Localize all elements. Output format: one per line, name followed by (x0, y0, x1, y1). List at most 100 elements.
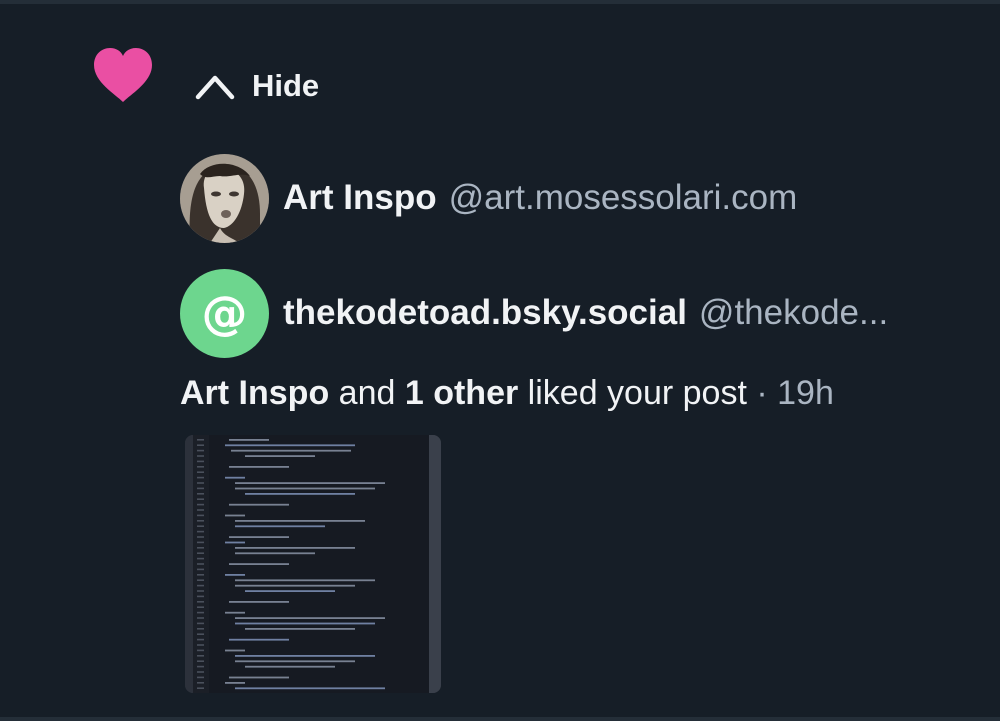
code-line-number (197, 487, 204, 490)
code-line-number (197, 525, 204, 527)
summary-time: 19h (777, 374, 834, 412)
code-line-number (197, 595, 204, 598)
portrait-photo-icon (180, 153, 269, 243)
code-line (229, 466, 289, 468)
avatar[interactable] (180, 153, 269, 243)
code-line-number (197, 649, 204, 652)
code-line (245, 628, 355, 630)
code-line (225, 514, 245, 517)
code-line (231, 449, 351, 452)
code-line-number (197, 655, 204, 657)
code-line-number (197, 568, 204, 571)
code-line-number (197, 503, 204, 506)
at-sign-icon: @ (201, 286, 248, 340)
summary-actor[interactable]: Art Inspo (180, 374, 329, 412)
code-line-number (197, 509, 204, 511)
code-line (235, 525, 325, 528)
code-line (229, 601, 289, 603)
summary-connector: and (338, 374, 396, 412)
code-line (235, 547, 355, 549)
code-line (225, 444, 355, 447)
code-line-number (197, 665, 204, 668)
code-line (235, 660, 355, 663)
code-line (245, 590, 335, 592)
code-line-number (197, 590, 204, 592)
code-line-number (197, 660, 204, 662)
code-line (235, 584, 355, 587)
code-line-number (197, 460, 204, 463)
code-line-number (197, 557, 204, 560)
code-line-number (197, 671, 204, 673)
code-line (235, 579, 375, 582)
code-line (245, 455, 315, 457)
code-line (235, 487, 375, 490)
summary-separator: · (756, 374, 768, 412)
user-name[interactable]: thekodetoad.bsky.social (283, 293, 687, 333)
liker-row-art-inspo[interactable]: Art Inspo @art.mosessolari.com (180, 153, 980, 243)
code-line (235, 482, 385, 484)
code-line (235, 687, 385, 690)
hide-toggle-button[interactable]: Hide (194, 64, 319, 108)
code-line-number (197, 493, 204, 495)
avatar[interactable]: @ (180, 268, 269, 358)
post-preview-thumbnail[interactable] (185, 435, 441, 693)
code-line (225, 476, 245, 479)
code-line-number (197, 687, 204, 689)
notification-page: Hide Art Inspo @art.mosessolari.com @ th… (0, 0, 1000, 721)
code-line-number (197, 498, 204, 500)
code-line-number (197, 584, 204, 587)
code-line (245, 665, 335, 668)
code-line-number (197, 471, 204, 473)
code-line-number (197, 574, 204, 576)
divider (0, 717, 1000, 721)
code-line (235, 520, 365, 522)
code-line-number (197, 482, 204, 484)
code-line (235, 655, 375, 657)
code-line-number (197, 676, 204, 679)
user-handle[interactable]: @art.mosessolari.com (449, 178, 798, 218)
code-line-number (197, 455, 204, 457)
code-line (229, 503, 289, 506)
code-line-number (197, 563, 204, 565)
code-line (235, 617, 385, 619)
code-screenshot-image (185, 435, 441, 693)
code-line-number (197, 611, 204, 614)
code-line-number (197, 541, 204, 544)
code-line-number (197, 514, 204, 517)
code-line (225, 682, 245, 684)
user-name[interactable]: Art Inspo (283, 178, 437, 218)
code-line (229, 439, 269, 441)
code-line-number (197, 476, 204, 479)
hide-label: Hide (252, 68, 320, 103)
code-line-number (197, 617, 204, 619)
code-line-number (197, 439, 204, 441)
code-line-number (197, 601, 204, 603)
code-line-number (197, 622, 204, 625)
code-line (229, 638, 289, 641)
code-line (225, 611, 245, 614)
code-line-number (197, 606, 204, 608)
heart-icon (94, 48, 152, 102)
code-line-number (197, 536, 204, 538)
code-line-number (197, 628, 204, 630)
chevron-up-icon (195, 75, 235, 100)
code-line (229, 563, 289, 565)
code-line (235, 552, 315, 555)
code-line-number (197, 449, 204, 452)
user-handle[interactable]: @thekode... (699, 293, 888, 333)
code-line-number (197, 530, 204, 533)
notification-summary: Art Inspo and 1 other liked your post · … (180, 374, 834, 413)
summary-others[interactable]: 1 other (405, 374, 518, 412)
code-line (245, 493, 355, 495)
code-line-number (197, 579, 204, 581)
code-line (225, 541, 245, 544)
liker-row-thekodetoad[interactable]: @ thekodetoad.bsky.social @thekode... (180, 268, 980, 358)
code-line-number (197, 466, 204, 468)
code-line (225, 649, 245, 652)
code-line-number (197, 644, 204, 646)
code-line (229, 536, 289, 538)
code-line-number (197, 682, 204, 684)
code-line-number (197, 444, 204, 446)
code-line-number (197, 520, 204, 522)
code-line (225, 574, 245, 576)
